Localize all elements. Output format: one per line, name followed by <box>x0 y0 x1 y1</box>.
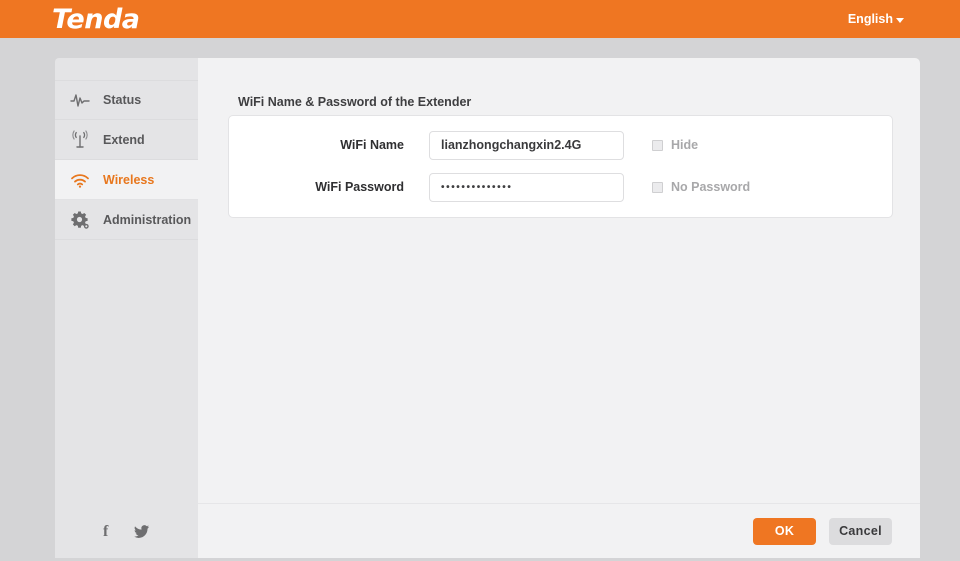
app-header: Tenda English <box>0 0 960 38</box>
sidebar-item-administration[interactable]: Administration <box>55 200 198 240</box>
cancel-button[interactable]: Cancel <box>829 517 892 545</box>
wifi-name-label: WiFi Name <box>340 138 404 152</box>
wifi-password-input[interactable]: •••••••••••••• <box>429 172 624 202</box>
panel-title: WiFi Name & Password of the Extender <box>238 95 472 109</box>
sidebar: Status Extend Wireless Administration f <box>55 58 198 558</box>
sidebar-item-label: Status <box>103 93 142 107</box>
action-footer: OK Cancel <box>198 503 920 558</box>
checkbox-box[interactable] <box>652 181 663 193</box>
sidebar-item-wireless[interactable]: Wireless <box>55 160 198 200</box>
sidebar-item-extend[interactable]: Extend <box>55 120 198 160</box>
no-password-checkbox[interactable]: No Password <box>652 180 750 194</box>
ok-button[interactable]: OK <box>753 517 816 545</box>
wifi-password-label: WiFi Password <box>315 180 404 194</box>
hide-checkbox-label: Hide <box>671 138 699 152</box>
sidebar-nav: Status Extend Wireless Administration <box>55 58 198 240</box>
facebook-icon[interactable]: f <box>103 524 108 540</box>
wifi-password-row: WiFi Password •••••••••••••• No Password <box>229 172 894 202</box>
gear-icon <box>67 209 93 231</box>
hide-checkbox[interactable]: Hide <box>652 138 698 152</box>
wifi-name-input[interactable]: lianzhongchangxin2.4G <box>429 130 624 160</box>
language-label: English <box>847 12 893 26</box>
wifi-settings-card: WiFi Name lianzhongchangxin2.4G Hide WiF… <box>228 115 893 218</box>
tenda-logo: Tenda <box>52 3 140 35</box>
pulse-icon <box>67 89 93 111</box>
sidebar-item-status[interactable]: Status <box>55 80 198 120</box>
sidebar-item-label: Wireless <box>103 172 155 187</box>
antenna-icon <box>67 129 93 151</box>
wifi-icon <box>67 169 93 191</box>
social-links: f <box>55 524 198 540</box>
checkbox-box[interactable] <box>652 139 663 151</box>
chevron-down-icon <box>896 17 904 23</box>
no-password-checkbox-label: No Password <box>671 180 751 194</box>
language-selector[interactable]: English <box>848 12 904 26</box>
content-panel: WiFi Name & Password of the Extender WiF… <box>198 58 920 558</box>
sidebar-item-label: Extend <box>103 132 145 147</box>
sidebar-item-label: Administration <box>103 212 192 227</box>
twitter-icon[interactable] <box>134 524 150 540</box>
wifi-name-row: WiFi Name lianzhongchangxin2.4G Hide <box>229 130 894 160</box>
page-body: Status Extend Wireless Administration f … <box>0 38 960 561</box>
